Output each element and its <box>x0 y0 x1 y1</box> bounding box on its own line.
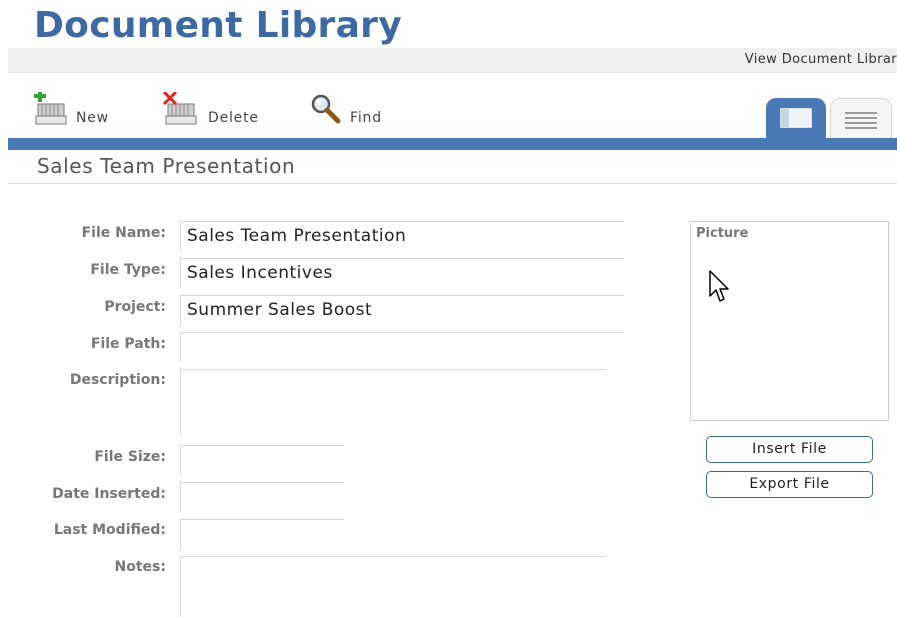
insert-file-button[interactable]: Insert File <box>706 436 873 463</box>
delete-label: Delete <box>208 110 259 126</box>
view-bar: View Document Librar <box>8 48 897 73</box>
toolbar: New Delete Find <box>0 88 897 138</box>
description-label: Description: <box>69 372 166 388</box>
date-inserted-field[interactable] <box>180 482 344 512</box>
last-modified-label: Last Modified: <box>53 522 166 538</box>
file-type-label: File Type: <box>90 262 166 278</box>
toolbar-divider <box>8 138 897 150</box>
file-size-field[interactable] <box>180 445 344 475</box>
file-path-label: File Path: <box>90 336 166 352</box>
description-field[interactable] <box>180 369 606 435</box>
new-label: New <box>76 110 109 126</box>
find-label: Find <box>350 110 382 126</box>
form-view-icon <box>780 108 812 128</box>
delete-button[interactable]: Delete <box>162 90 262 130</box>
delete-icon <box>162 92 197 125</box>
picture-label: Picture <box>696 226 749 241</box>
magnifier-icon <box>311 94 341 124</box>
project-field[interactable]: Summer Sales Boost <box>180 295 624 325</box>
notes-field[interactable] <box>180 556 606 617</box>
new-icon <box>34 92 67 125</box>
file-path-field[interactable] <box>180 332 624 362</box>
last-modified-field[interactable] <box>180 519 344 549</box>
export-file-button[interactable]: Export File <box>706 471 873 498</box>
tab-list-view[interactable] <box>830 98 892 138</box>
find-button[interactable]: Find <box>308 90 390 130</box>
record-title: Sales Team Presentation <box>37 154 296 178</box>
list-view-icon <box>845 112 877 129</box>
divider <box>8 183 897 184</box>
file-name-field[interactable]: Sales Team Presentation <box>180 221 624 251</box>
new-button[interactable]: New <box>32 90 114 130</box>
cursor-icon <box>709 270 729 302</box>
notes-label: Notes: <box>114 559 166 575</box>
date-inserted-label: Date Inserted: <box>52 486 166 502</box>
page-title: Document Library <box>34 5 402 46</box>
view-document-library-link[interactable]: View Document Librar <box>745 52 897 67</box>
project-label: Project: <box>104 299 166 315</box>
tab-form-view[interactable] <box>766 98 826 138</box>
file-size-label: File Size: <box>94 449 166 465</box>
picture-box[interactable]: Picture <box>690 221 889 421</box>
file-type-field[interactable]: Sales Incentives <box>180 258 624 288</box>
file-name-label: File Name: <box>81 225 166 241</box>
